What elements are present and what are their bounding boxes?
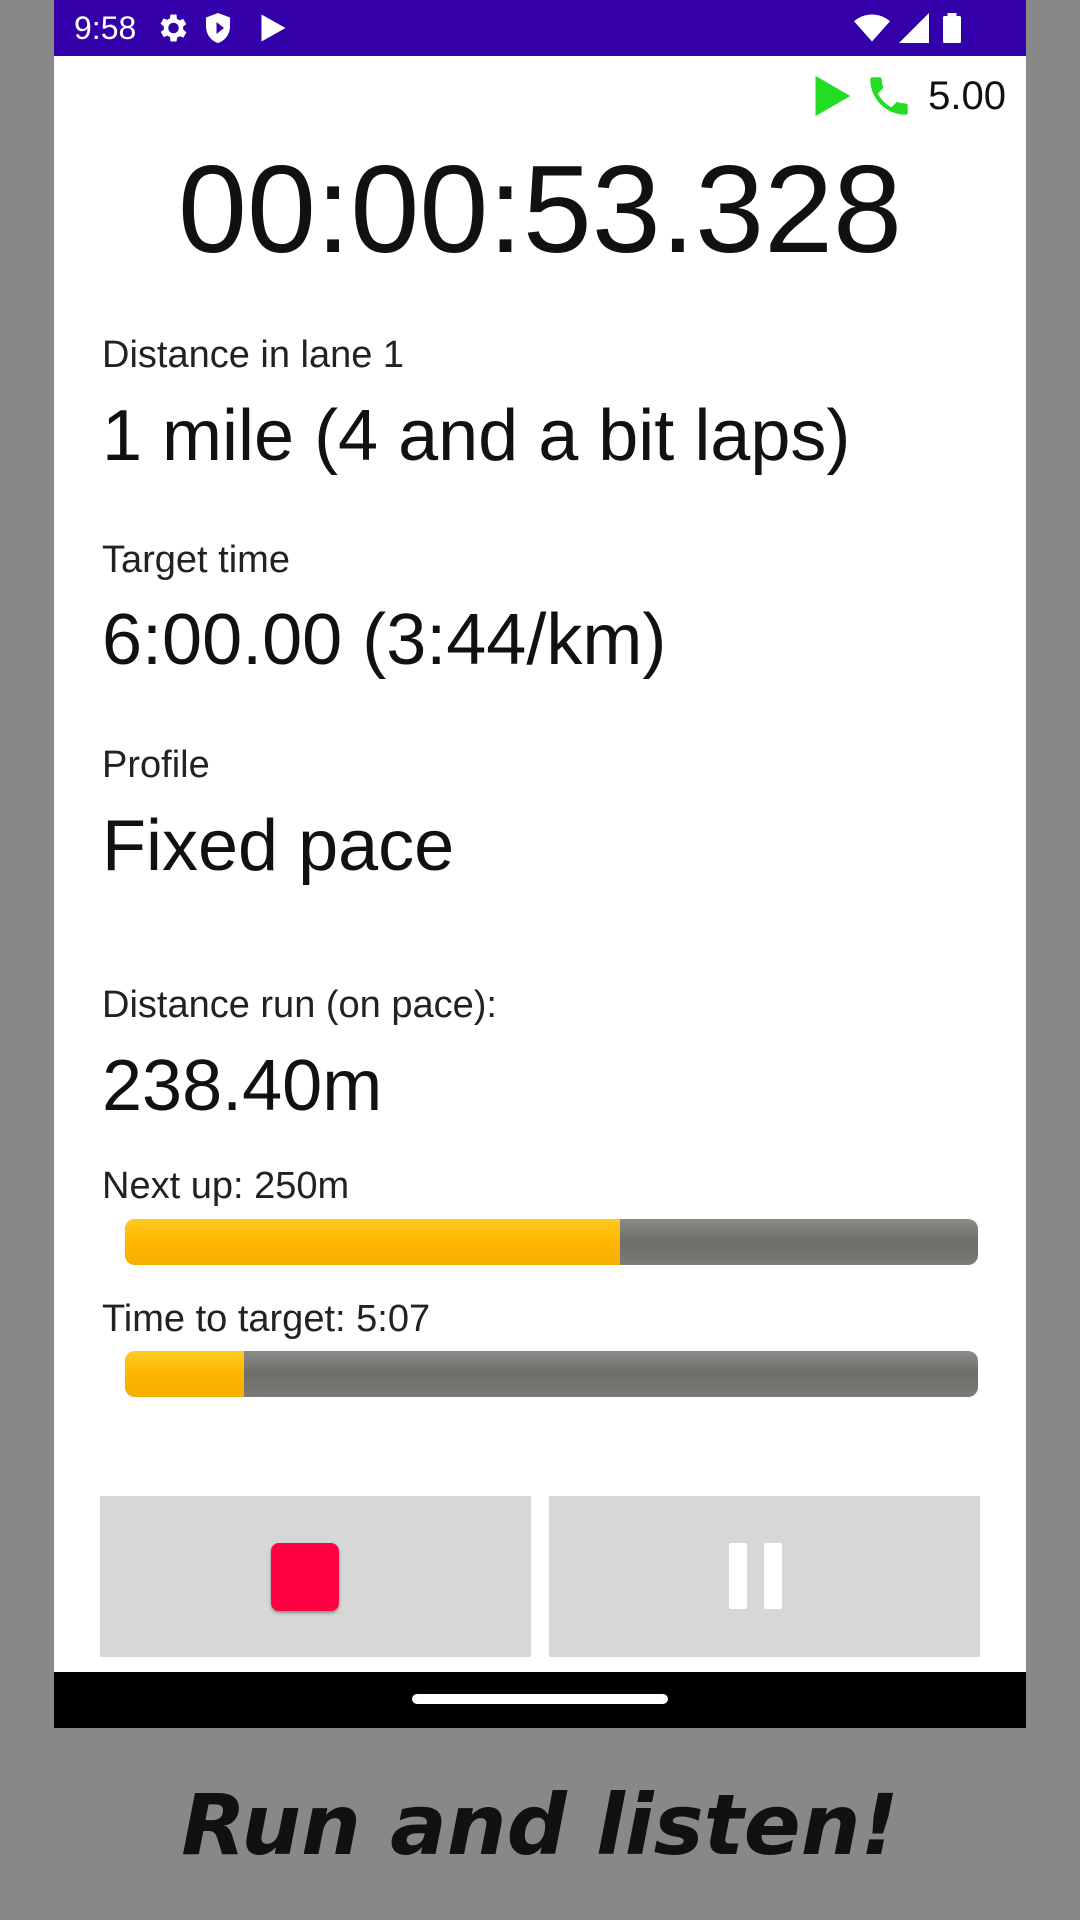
profile-value: Fixed pace xyxy=(102,806,455,886)
time-to-target-progress-bar xyxy=(125,1351,978,1397)
gear-icon xyxy=(160,14,187,42)
profile-label: Profile xyxy=(102,744,210,786)
stop-icon xyxy=(271,1543,339,1611)
pause-button[interactable] xyxy=(549,1496,980,1657)
signal-icon xyxy=(899,13,929,43)
phone-screen: 9:58 5.00 00:00:53.328 Distance in lane … xyxy=(54,0,1026,1728)
shield-icon xyxy=(206,13,230,43)
next-up-progress-bar xyxy=(125,1219,978,1265)
next-up-label: Next up: 250m xyxy=(102,1165,350,1207)
distance-run-label: Distance run (on pace): xyxy=(102,984,497,1026)
target-time-label: Target time xyxy=(102,539,290,581)
stop-button[interactable] xyxy=(100,1496,531,1657)
home-gesture-handle[interactable] xyxy=(412,1694,668,1704)
play-store-icon xyxy=(261,14,286,42)
play-icon[interactable] xyxy=(810,72,854,120)
top-indicators: 5.00 xyxy=(810,68,1006,124)
promo-caption: Run and listen! xyxy=(181,1776,899,1874)
time-to-target-label: Time to target: 5:07 xyxy=(102,1298,431,1340)
battery-icon xyxy=(943,13,961,43)
navigation-bar xyxy=(54,1672,1026,1728)
time-to-target-progress-fill xyxy=(125,1351,245,1397)
distance-label: Distance in lane 1 xyxy=(102,334,405,376)
status-time: 9:58 xyxy=(74,10,137,46)
speed-value: 5.00 xyxy=(928,73,1006,118)
target-time-value: 6:00.00 (3:44/km) xyxy=(102,600,667,680)
wifi-icon xyxy=(854,14,890,42)
status-bar: 9:58 xyxy=(54,0,1026,56)
distance-value: 1 mile (4 and a bit laps) xyxy=(102,396,851,476)
distance-run-value: 238.40m xyxy=(102,1046,383,1126)
next-up-progress-fill xyxy=(125,1219,620,1265)
elapsed-timer: 00:00:53.328 xyxy=(177,141,903,279)
phone-icon[interactable] xyxy=(864,71,914,121)
